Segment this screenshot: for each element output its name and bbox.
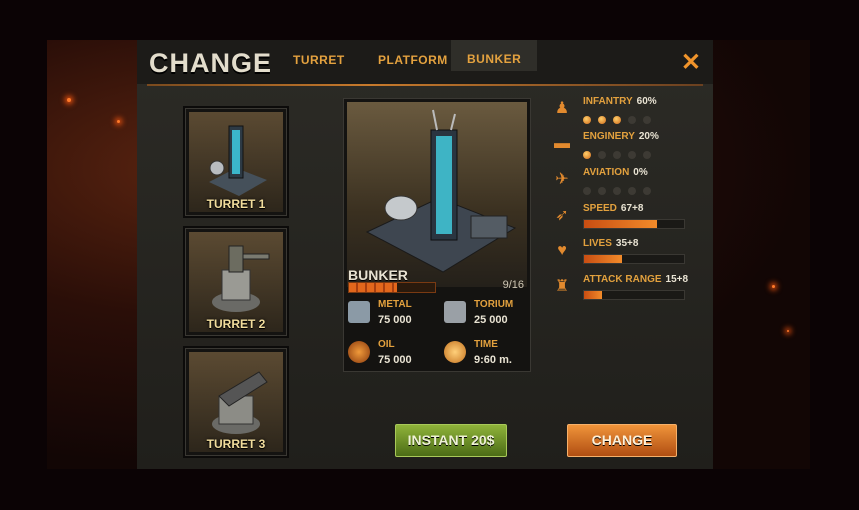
stat-label: LIVES 35+8: [583, 238, 638, 249]
rating-dot: [583, 151, 591, 159]
stat-value: 60%: [636, 96, 657, 107]
building-count: 9/16: [502, 279, 524, 291]
stat-dots: [583, 111, 658, 129]
ember-particle: [772, 285, 775, 288]
stat-value: 20%: [638, 131, 659, 142]
stat-name: SPEED: [583, 203, 617, 214]
rating-dot: [583, 116, 591, 124]
card-label: TURRET 2: [206, 317, 266, 331]
card-turret-1[interactable]: TURRET 1: [185, 108, 287, 216]
stat-bar: [583, 254, 685, 264]
dialog-header: CHANGE TURRET PLATFORM BUNKER ✕: [137, 40, 713, 84]
rating-dot: [583, 187, 591, 195]
stat-bar-fill: [584, 291, 602, 299]
resource-metal: METAL 75 000: [348, 299, 436, 333]
stat-value: 35+8: [615, 238, 639, 249]
resource-name: OIL: [378, 339, 395, 350]
building-name: BUNKER: [348, 267, 408, 283]
jet-icon: ✈: [555, 171, 569, 188]
ember-particle: [67, 98, 71, 102]
rating-dot: [598, 116, 606, 124]
rating-dot: [643, 116, 651, 124]
stat-label: ENGINERY 20%: [583, 131, 659, 142]
stat-name: LIVES: [583, 238, 612, 249]
resource-value: 75 000: [378, 354, 412, 366]
building-progress-bar: [348, 282, 436, 293]
heart-icon: ♥: [557, 242, 567, 259]
stat-value: 0%: [633, 167, 648, 178]
card-turret-3[interactable]: TURRET 3: [185, 348, 287, 456]
stat-enginery: ▬ ENGINERY 20%: [551, 131, 691, 161]
clock-icon: [444, 341, 466, 363]
building-image: [347, 102, 527, 287]
tank-icon: ▬: [554, 135, 570, 152]
rating-dot: [598, 151, 606, 159]
tab-turret[interactable]: TURRET: [293, 53, 345, 67]
change-dialog: CHANGE TURRET PLATFORM BUNKER ✕ TURRET 1: [137, 40, 713, 469]
rating-dot: [613, 116, 621, 124]
oil-icon: [348, 341, 370, 363]
rating-dot: [598, 187, 606, 195]
selected-building-panel: BUNKER 9/16 METAL 75 000 TORIUM 25 000 O…: [343, 98, 531, 372]
rating-dot: [613, 151, 621, 159]
stat-label: ATTACK RANGE 15+8: [583, 274, 688, 285]
tab-bunker[interactable]: BUNKER: [451, 40, 538, 71]
close-icon[interactable]: ✕: [681, 48, 701, 77]
ember-particle: [787, 330, 789, 332]
stat-lives: ♥ LIVES 35+8: [551, 238, 691, 268]
stat-aviation: ✈ AVIATION 0%: [551, 167, 691, 197]
resource-name: TIME: [474, 339, 498, 350]
tab-platform[interactable]: PLATFORM: [378, 53, 448, 67]
stat-bar-fill: [584, 220, 657, 228]
rating-dot: [613, 187, 621, 195]
wing-icon: ➶: [555, 207, 569, 224]
resource-name: METAL: [378, 299, 412, 310]
instant-button[interactable]: INSTANT 20$: [395, 424, 507, 457]
resource-torium: TORIUM 25 000: [444, 299, 532, 333]
stat-value: 67+8: [620, 203, 644, 214]
stat-bar: [583, 290, 685, 300]
stat-attack-range: ♜ ATTACK RANGE 15+8: [551, 274, 691, 304]
stat-label: AVIATION 0%: [583, 167, 648, 178]
trophy-icon: ♜: [554, 278, 570, 295]
rating-dot: [643, 187, 651, 195]
rating-dot: [628, 116, 636, 124]
resource-value: 25 000: [474, 314, 508, 326]
stat-value: 15+8: [665, 274, 689, 285]
change-button[interactable]: CHANGE: [567, 424, 677, 457]
rating-dot: [628, 151, 636, 159]
metal-icon: [348, 301, 370, 323]
resource-name: TORIUM: [474, 299, 514, 310]
stat-name: ATTACK RANGE: [583, 274, 662, 285]
card-turret-2[interactable]: TURRET 2: [185, 228, 287, 336]
stat-bar: [583, 219, 685, 229]
torium-icon: [444, 301, 466, 323]
progress-fill: [349, 283, 398, 292]
stat-name: INFANTRY: [583, 96, 633, 107]
rating-dot: [643, 151, 651, 159]
stat-bar-fill: [584, 255, 622, 263]
dialog-title: CHANGE: [149, 48, 273, 78]
stat-dots: [583, 146, 658, 164]
card-label: TURRET 3: [206, 437, 266, 451]
stat-name: ENGINERY: [583, 131, 635, 142]
card-label: TURRET 1: [206, 197, 266, 211]
rating-dot: [628, 187, 636, 195]
infantry-icon: ♟: [554, 100, 570, 117]
resource-value: 75 000: [378, 314, 412, 326]
bunker-icon: [365, 109, 517, 273]
header-divider: [147, 84, 703, 86]
stat-infantry: ♟ INFANTRY 60%: [551, 96, 691, 126]
ember-particle: [117, 120, 120, 123]
resource-value: 9:60 m.: [474, 354, 512, 366]
stat-speed: ➶ SPEED 67+8: [551, 203, 691, 233]
stat-label: INFANTRY 60%: [583, 96, 657, 107]
stat-label: SPEED 67+8: [583, 203, 643, 214]
stat-name: AVIATION: [583, 167, 630, 178]
resource-time: TIME 9:60 m.: [444, 339, 532, 373]
stat-dots: [583, 182, 658, 200]
resource-oil: OIL 75 000: [348, 339, 436, 373]
